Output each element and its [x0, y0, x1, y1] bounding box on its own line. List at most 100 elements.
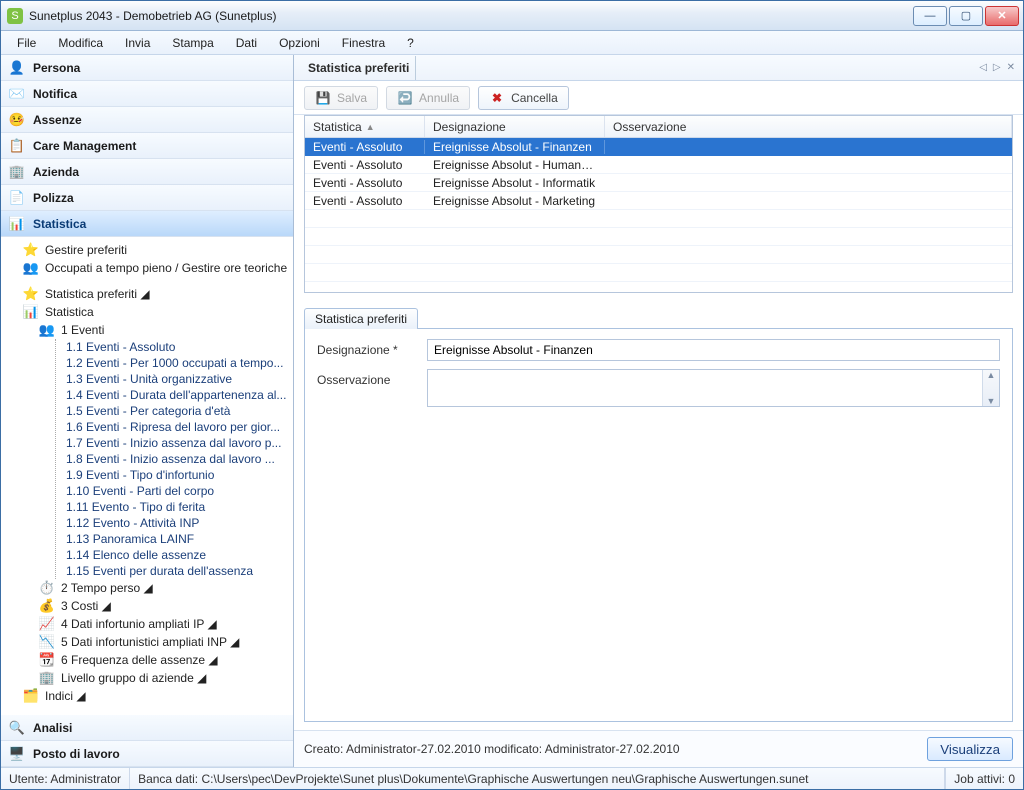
nav-statistica[interactable]: 📊 Statistica — [1, 211, 293, 237]
menu-help[interactable]: ? — [397, 34, 424, 52]
tree-group-freq[interactable]: 📆6 Frequenza delle assenze ◢ — [5, 651, 291, 669]
nav-posto[interactable]: 🖥️ Posto di lavoro — [1, 741, 293, 767]
nav-analisi[interactable]: 🔍 Analisi — [1, 715, 293, 741]
grid-wrap: Statistica ▲ Designazione Osservazione E… — [294, 115, 1023, 301]
nav-next-icon[interactable]: ▷ — [993, 62, 1001, 73]
tree-item-1-1[interactable]: 1.1 Eventi - Assoluto — [62, 339, 291, 355]
menu-modifica[interactable]: Modifica — [48, 34, 113, 52]
chart-dn-icon: 📉 — [39, 634, 55, 650]
menubar: File Modifica Invia Stampa Dati Opzioni … — [1, 31, 1023, 55]
people-icon: 👥 — [39, 322, 55, 338]
tree-group-tempo[interactable]: ⏱️2 Tempo perso ◢ — [5, 579, 291, 597]
tree-item-1-5[interactable]: 1.5 Eventi - Per categoria d'età — [62, 403, 291, 419]
tabbar: Statistica preferiti — [304, 307, 1013, 329]
visualizza-button[interactable]: Visualizza — [927, 737, 1013, 761]
header-controls: ◁ ▷ ✕ — [979, 62, 1015, 73]
delete-icon: ✖ — [489, 90, 505, 106]
nav-assenze[interactable]: 🤒 Assenze — [1, 107, 293, 133]
scroll-up-icon[interactable]: ▲ — [987, 370, 996, 380]
tree-item-1-7[interactable]: 1.7 Eventi - Inizio assenza dal lavoro p… — [62, 435, 291, 451]
scroll-down-icon[interactable]: ▼ — [987, 396, 996, 406]
undo-button[interactable]: ↩️ Annulla — [386, 86, 470, 110]
menu-dati[interactable]: Dati — [226, 34, 267, 52]
tree-group-eventi[interactable]: 👥 1 Eventi — [5, 321, 291, 339]
tree-favorites-label: Statistica preferiti ◢ — [45, 287, 150, 301]
delete-button[interactable]: ✖ Cancella — [478, 86, 569, 110]
maximize-button[interactable]: ▢ — [949, 6, 983, 26]
close-button[interactable]: ✕ — [985, 6, 1019, 26]
grid-row[interactable]: Eventi - Assoluto Ereignisse Absolut - F… — [305, 138, 1012, 156]
person-icon: 👤 — [9, 60, 25, 76]
tree-item-1-9[interactable]: 1.9 Eventi - Tipo d'infortunio — [62, 467, 291, 483]
grid-empty — [305, 210, 1012, 293]
tree-group-ip[interactable]: 📈4 Dati infortunio ampliati IP ◢ — [5, 615, 291, 633]
chart-icon: 📊 — [9, 216, 25, 232]
workstation-icon: 🖥️ — [9, 746, 25, 762]
status-jobs: Job attivi: 0 — [945, 768, 1023, 789]
grid-row[interactable]: Eventi - Assoluto Ereignisse Absolut - I… — [305, 174, 1012, 192]
menu-finestra[interactable]: Finestra — [332, 34, 395, 52]
tree-occupati[interactable]: 👥 Occupati a tempo pieno / Gestire ore t… — [5, 259, 291, 277]
col-designazione[interactable]: Designazione — [425, 116, 605, 137]
nav-persona[interactable]: 👤 Persona — [1, 55, 293, 81]
textarea-wrap: ▲ ▼ — [427, 369, 1000, 407]
favorites-grid[interactable]: Statistica ▲ Designazione Osservazione E… — [304, 115, 1013, 293]
toolbar: 💾 Salva ↩️ Annulla ✖ Cancella — [294, 81, 1023, 115]
menu-invia[interactable]: Invia — [115, 34, 160, 52]
nav-notifica[interactable]: ✉️ Notifica — [1, 81, 293, 107]
grid-row[interactable]: Eventi - Assoluto Ereignisse Absolut - H… — [305, 156, 1012, 174]
nav-care[interactable]: 📋 Care Management — [1, 133, 293, 159]
nav-analisi-label: Analisi — [33, 721, 72, 735]
tree-group-livello[interactable]: 🏢Livello gruppo di aziende ◢ — [5, 669, 291, 687]
app-icon: S — [7, 8, 23, 24]
tree-group-costi[interactable]: 💰3 Costi ◢ — [5, 597, 291, 615]
main-header: Statistica preferiti ◁ ▷ ✕ — [294, 55, 1023, 81]
tree-item-1-8[interactable]: 1.8 Eventi - Inizio assenza dal lavoro .… — [62, 451, 291, 467]
tab-content: Designazione * Osservazione ▲ ▼ — [304, 329, 1013, 722]
input-designazione[interactable] — [427, 339, 1000, 361]
magnifier-icon: 🔍 — [9, 720, 25, 736]
tree-item-1-11[interactable]: 1.11 Evento - Tipo di ferita — [62, 499, 291, 515]
menu-stampa[interactable]: Stampa — [162, 34, 223, 52]
tree-item-1-10[interactable]: 1.10 Eventi - Parti del corpo — [62, 483, 291, 499]
tab-preferiti[interactable]: Statistica preferiti — [304, 308, 418, 329]
chart-up-icon: 📈 — [39, 616, 55, 632]
menu-opzioni[interactable]: Opzioni — [269, 34, 330, 52]
tree-favorites-root[interactable]: ⭐ Statistica preferiti ◢ — [5, 285, 291, 303]
tree-item-1-6[interactable]: 1.6 Eventi - Ripresa del lavoro per gior… — [62, 419, 291, 435]
tree-statistica-root-label: Statistica — [45, 305, 94, 319]
undo-icon: ↩️ — [397, 90, 413, 106]
tree-gestire-preferiti[interactable]: ⭐ Gestire preferiti — [5, 241, 291, 259]
input-osservazione[interactable] — [428, 370, 982, 406]
clipboard-icon: 📋 — [9, 138, 25, 154]
nav-polizza[interactable]: 📄 Polizza — [1, 185, 293, 211]
tree-item-1-4[interactable]: 1.4 Eventi - Durata dell'appartenenza al… — [62, 387, 291, 403]
nav-prev-icon[interactable]: ◁ — [979, 62, 987, 73]
scrollbar[interactable]: ▲ ▼ — [982, 370, 999, 406]
tree-group-inp[interactable]: 📉5 Dati infortunistici ampliati INP ◢ — [5, 633, 291, 651]
statusbar: Utente: Administrator Banca dati: C:\Use… — [1, 767, 1023, 789]
row-designazione: Designazione * — [317, 339, 1000, 361]
tree-item-1-14[interactable]: 1.14 Elenco delle assenze — [62, 547, 291, 563]
tree-item-1-3[interactable]: 1.3 Eventi - Unità organizzative — [62, 371, 291, 387]
grid-row[interactable]: Eventi - Assoluto Ereignisse Absolut - M… — [305, 192, 1012, 210]
tree-indici[interactable]: 🗂️ Indici ◢ — [5, 687, 291, 705]
nav-polizza-label: Polizza — [33, 191, 74, 205]
nav-azienda[interactable]: 🏢 Azienda — [1, 159, 293, 185]
tree-statistica-root[interactable]: 📊 Statistica — [5, 303, 291, 321]
minimize-button[interactable]: — — [913, 6, 947, 26]
tree-item-1-2[interactable]: 1.2 Eventi - Per 1000 occupati a tempo..… — [62, 355, 291, 371]
col-statistica[interactable]: Statistica ▲ — [305, 116, 425, 137]
tree-eventi-children: 1.1 Eventi - Assoluto 1.2 Eventi - Per 1… — [55, 339, 291, 579]
star-icon: ⭐ — [23, 242, 39, 258]
tree-item-1-15[interactable]: 1.15 Eventi per durata dell'assenza — [62, 563, 291, 579]
tree-item-1-13[interactable]: 1.13 Panoramica LAINF — [62, 531, 291, 547]
menu-file[interactable]: File — [7, 34, 46, 52]
tree-item-1-12[interactable]: 1.12 Evento - Attività INP — [62, 515, 291, 531]
main-footer: Creato: Administrator-27.02.2010 modific… — [294, 730, 1023, 767]
record-meta: Creato: Administrator-27.02.2010 modific… — [304, 742, 917, 756]
close-tab-icon[interactable]: ✕ — [1007, 62, 1015, 73]
col-osservazione[interactable]: Osservazione — [605, 116, 1012, 137]
save-button[interactable]: 💾 Salva — [304, 86, 378, 110]
client-area: 👤 Persona ✉️ Notifica 🤒 Assenze 📋 Care M… — [1, 55, 1023, 767]
